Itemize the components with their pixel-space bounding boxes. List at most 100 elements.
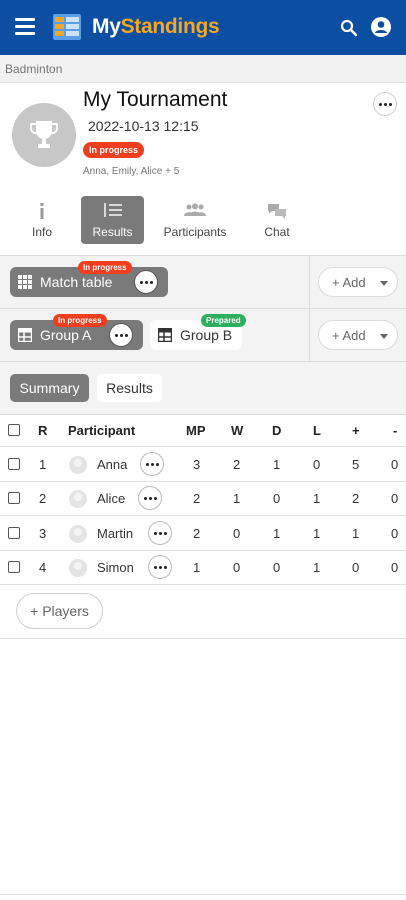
- plus-cell: 5: [352, 457, 360, 472]
- column-header-minus[interactable]: -: [393, 423, 397, 438]
- participant-avatar: [69, 559, 87, 577]
- plus-cell: 2: [352, 491, 360, 506]
- column-header-l[interactable]: L: [313, 423, 321, 438]
- d-cell: 0: [273, 491, 281, 506]
- l-cell: 1: [313, 526, 321, 541]
- tournament-datetime: 2022-10-13 12:15: [88, 118, 199, 134]
- divider: [0, 481, 406, 482]
- subtab-summary[interactable]: Summary: [10, 374, 89, 402]
- minus-cell: 0: [391, 457, 399, 472]
- trophy-icon: [30, 121, 58, 148]
- add-players-button[interactable]: + Players: [16, 593, 103, 629]
- divider: [0, 515, 406, 516]
- tab-results-label: Results: [92, 225, 133, 239]
- minus-cell: 0: [391, 491, 399, 506]
- participant-more-button[interactable]: [148, 521, 172, 545]
- tab-results[interactable]: Results: [81, 196, 144, 244]
- add-stage-label: + Add: [332, 275, 366, 290]
- add-group-button[interactable]: + Add: [318, 320, 398, 350]
- row-checkbox[interactable]: [8, 458, 20, 470]
- column-header-plus[interactable]: +: [352, 423, 360, 438]
- add-stage-button[interactable]: + Add: [318, 267, 398, 297]
- participant-avatar: [69, 456, 87, 474]
- participant-avatar: [69, 525, 87, 543]
- tournament-avatar: [12, 103, 76, 167]
- add-group-label: + Add: [332, 328, 366, 343]
- divider: [0, 638, 406, 639]
- search-icon[interactable]: [340, 19, 358, 37]
- stage-group-b-label: Group B: [180, 327, 233, 343]
- divider: [0, 894, 406, 895]
- account-icon[interactable]: [371, 17, 391, 37]
- tab-participants[interactable]: Participants: [156, 196, 234, 244]
- divider: [0, 414, 406, 415]
- app-logo-icon: [53, 14, 81, 40]
- column-header-rank[interactable]: R: [38, 423, 47, 438]
- participant-avatar: [69, 490, 87, 508]
- status-badge: In progress: [83, 142, 145, 158]
- more-icon: [149, 522, 171, 544]
- minus-cell: 0: [391, 526, 399, 541]
- people-icon: [184, 203, 206, 216]
- tab-chat[interactable]: Chat: [254, 196, 300, 244]
- row-checkbox[interactable]: [8, 527, 20, 539]
- tab-participants-label: Participants: [163, 225, 227, 239]
- participant-name[interactable]: Alice: [97, 491, 125, 506]
- d-cell: 0: [273, 560, 281, 575]
- participant-more-button[interactable]: [138, 486, 162, 510]
- participant-more-button[interactable]: [148, 555, 172, 579]
- more-icon: [135, 271, 157, 293]
- participant-name[interactable]: Martin: [97, 526, 133, 541]
- column-header-d[interactable]: D: [272, 423, 281, 438]
- breadcrumb-label[interactable]: Badminton: [5, 62, 62, 76]
- tab-info[interactable]: Info: [16, 196, 68, 244]
- stage-group-a-status-badge: In progress: [53, 314, 107, 327]
- minus-cell: 0: [391, 560, 399, 575]
- stage-group-a-more-button[interactable]: [109, 323, 133, 347]
- tab-chat-label: Chat: [264, 225, 290, 239]
- tournament-title: My Tournament: [83, 88, 228, 111]
- mp-cell: 3: [193, 457, 201, 472]
- column-header-mp[interactable]: MP: [186, 423, 206, 438]
- subtab-results[interactable]: Results: [97, 374, 162, 402]
- w-cell: 2: [233, 457, 241, 472]
- more-icon: [141, 453, 163, 475]
- stage-group-a-label: Group A: [40, 327, 92, 343]
- stage-group-b-status-badge: Prepared: [201, 314, 246, 327]
- rank-cell: 2: [39, 491, 47, 506]
- mp-cell: 2: [193, 491, 201, 506]
- stage-match-table-label: Match table: [40, 274, 113, 290]
- breadcrumb[interactable]: Badminton: [0, 55, 406, 83]
- rank-cell: 3: [39, 526, 47, 541]
- more-icon: [139, 487, 161, 509]
- table-icon: [18, 328, 32, 342]
- more-icon: [374, 93, 396, 115]
- divider: [0, 550, 406, 551]
- divider: [309, 256, 310, 308]
- participant-name[interactable]: Simon: [97, 560, 134, 575]
- list-icon: [103, 203, 122, 217]
- w-cell: 0: [233, 560, 241, 575]
- l-cell: 1: [313, 491, 321, 506]
- plus-cell: 1: [352, 526, 360, 541]
- row-checkbox[interactable]: [8, 561, 20, 573]
- tab-info-label: Info: [31, 225, 52, 239]
- info-icon: [40, 203, 44, 219]
- select-all-checkbox[interactable]: [8, 424, 20, 436]
- app-header: MyStandings: [0, 0, 406, 55]
- w-cell: 1: [233, 491, 241, 506]
- column-header-w[interactable]: W: [231, 423, 243, 438]
- caret-down-icon: [380, 281, 388, 286]
- l-cell: 0: [313, 457, 321, 472]
- rank-cell: 1: [39, 457, 47, 472]
- menu-icon[interactable]: [15, 18, 35, 36]
- stage-match-table-status-badge: In progress: [78, 261, 132, 274]
- divider: [0, 584, 406, 585]
- stage-match-table-more-button[interactable]: [134, 270, 158, 294]
- participant-more-button[interactable]: [140, 452, 164, 476]
- rank-cell: 4: [39, 560, 47, 575]
- column-header-participant[interactable]: Participant: [68, 423, 135, 438]
- participant-name[interactable]: Anna: [97, 457, 127, 472]
- tournament-more-button[interactable]: [373, 92, 397, 116]
- row-checkbox[interactable]: [8, 492, 20, 504]
